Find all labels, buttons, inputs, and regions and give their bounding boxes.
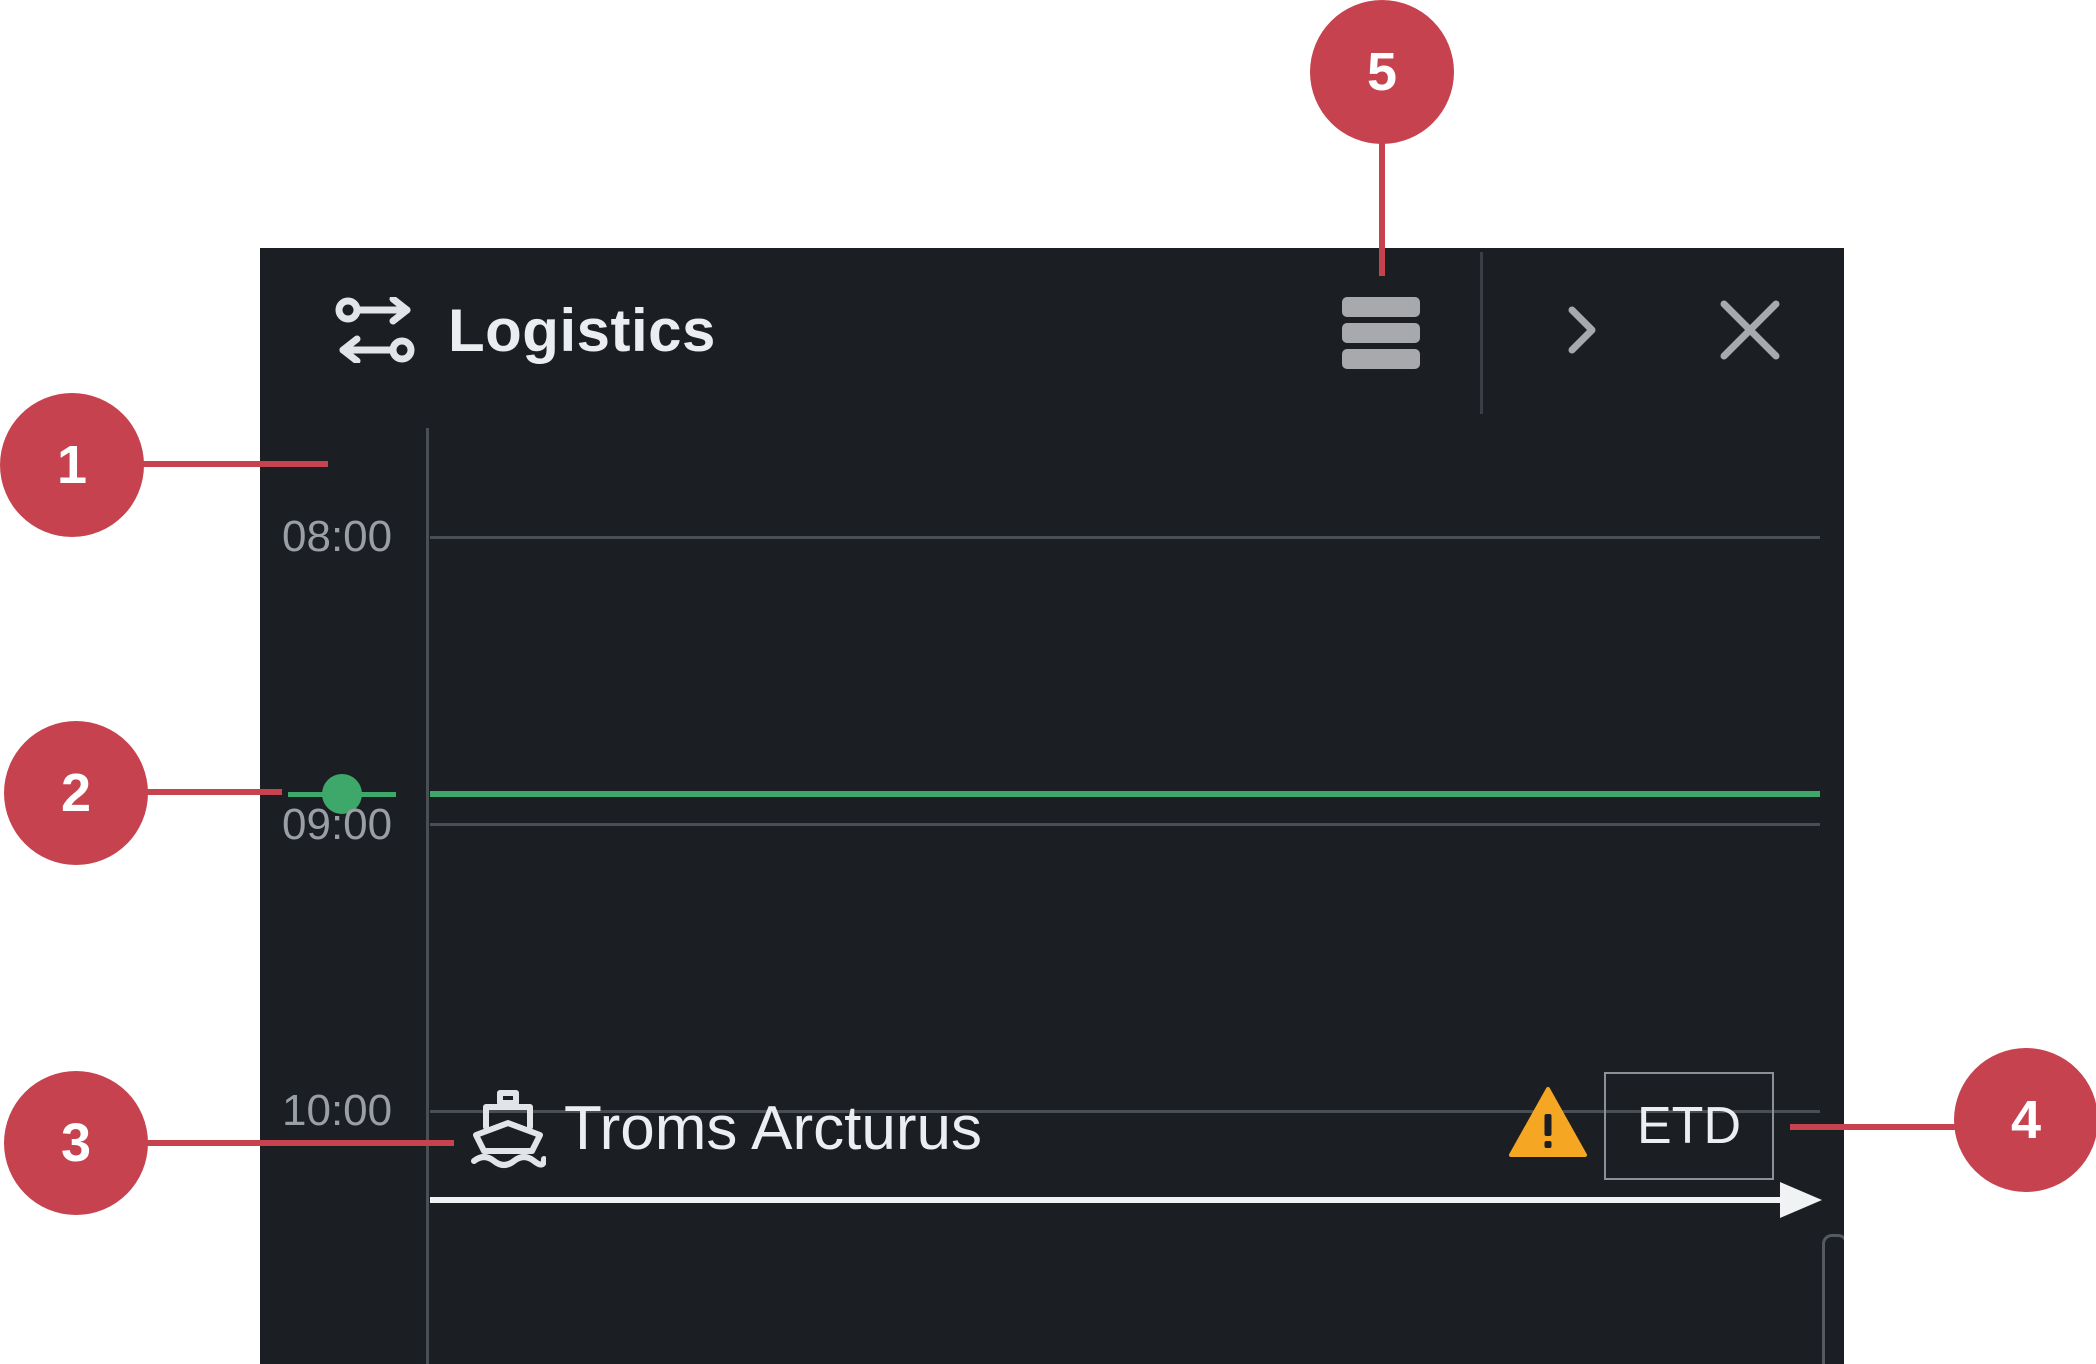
swap-route-icon: [335, 297, 415, 363]
time-label: 09:00: [282, 800, 393, 849]
scrollbar[interactable]: [1822, 1234, 1844, 1364]
gridline-0800: [430, 536, 1820, 539]
etd-badge[interactable]: ETD: [1604, 1072, 1774, 1180]
annotation-callout-3: 3: [4, 1071, 148, 1215]
chevron-right-icon[interactable]: [1548, 296, 1616, 364]
callout-leader-2: [140, 789, 282, 795]
vessel-entry[interactable]: Troms Arcturus: [470, 1084, 982, 1174]
callout-leader-1: [140, 461, 328, 467]
callout-leader-3: [140, 1140, 454, 1146]
app-title: Logistics: [448, 297, 716, 364]
current-time-line: [430, 791, 1820, 797]
annotation-callout-1: 1: [0, 393, 144, 537]
time-label: 08:00: [282, 512, 393, 561]
header-divider: [1480, 252, 1483, 414]
annotation-callout-2: 2: [4, 721, 148, 865]
gridline-0900: [430, 823, 1820, 826]
annotation-callout-5: 5: [1310, 0, 1454, 144]
annotation-callout-4: 4: [1954, 1048, 2096, 1192]
menu-button[interactable]: [1340, 293, 1422, 375]
vessel-name: Troms Arcturus: [564, 1094, 982, 1163]
callout-leader-5: [1379, 140, 1385, 276]
logistics-panel: Logistics 08:00 09:00 10:00 Troms Arctur…: [260, 248, 1844, 1364]
ship-icon: [471, 1090, 546, 1168]
close-icon[interactable]: [1716, 296, 1784, 364]
timeline-axis: [426, 428, 429, 1364]
vessel-duration-arrow: [430, 1182, 1822, 1218]
warning-triangle-icon: [1509, 1087, 1587, 1157]
callout-leader-4: [1790, 1124, 1960, 1130]
time-label: 10:00: [282, 1086, 393, 1135]
